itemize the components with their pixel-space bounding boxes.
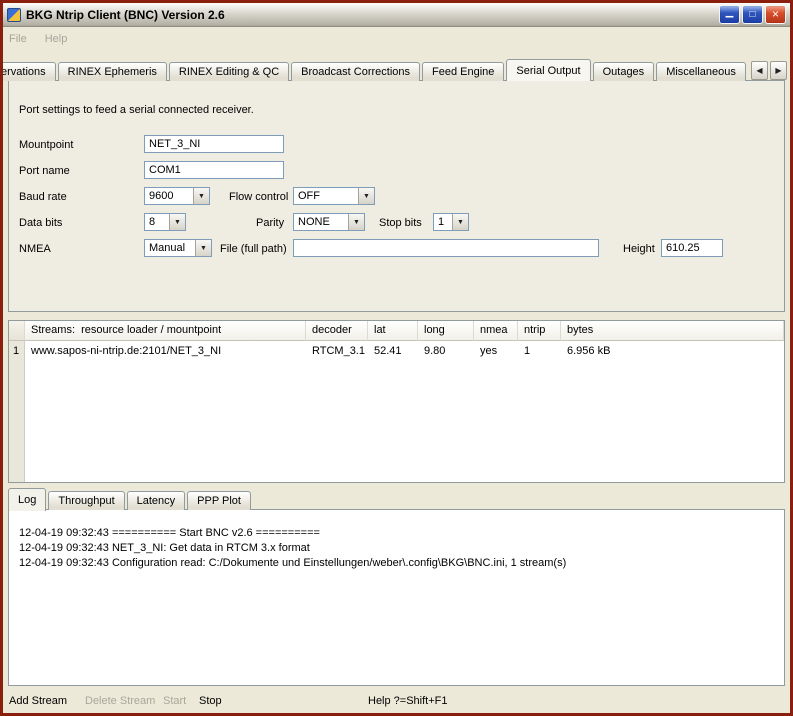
tab-rinex-editing-qc[interactable]: RINEX Editing & QC xyxy=(169,62,289,81)
tab-outages[interactable]: Outages xyxy=(593,62,655,81)
tab-log[interactable]: Log xyxy=(8,488,46,511)
panel-description: Port settings to feed a serial connected… xyxy=(19,104,254,116)
add-stream-button[interactable]: Add Stream xyxy=(9,695,67,707)
chevron-down-icon: ▼ xyxy=(193,188,209,204)
window-title: BKG Ntrip Client (BNC) Version 2.6 xyxy=(26,8,719,22)
file-path-input[interactable] xyxy=(293,239,599,257)
tab-miscellaneous[interactable]: Miscellaneous xyxy=(656,62,746,81)
close-button[interactable]: × xyxy=(765,5,786,24)
maximize-button[interactable]: □ xyxy=(742,5,763,24)
chevron-down-icon: ▼ xyxy=(348,214,364,230)
serial-output-panel: Port settings to feed a serial connected… xyxy=(8,80,785,312)
col-header-ntrip[interactable]: ntrip xyxy=(518,321,561,341)
baud-rate-select[interactable]: 9600 ▼ xyxy=(144,187,210,205)
tab-latency[interactable]: Latency xyxy=(127,491,186,510)
tab-feed-engine[interactable]: Feed Engine xyxy=(422,62,504,81)
help-hint: Help ?=Shift+F1 xyxy=(368,695,448,707)
bottom-tab-bar: Log Throughput Latency PPP Plot xyxy=(8,489,253,510)
footer: Add Stream Delete Stream Start Stop Help… xyxy=(3,693,790,713)
log-line: 12-04-19 09:32:43 ========== Start BNC v… xyxy=(19,526,774,541)
menu-help[interactable]: Help xyxy=(45,33,68,45)
col-header-long[interactable]: long xyxy=(418,321,474,341)
menu-file[interactable]: File xyxy=(9,33,27,45)
height-label: Height xyxy=(623,243,655,255)
parity-select[interactable]: NONE ▼ xyxy=(293,213,365,231)
baud-rate-value: 9600 xyxy=(149,190,193,202)
cell-ntrip: 1 xyxy=(518,341,561,362)
stop-button[interactable]: Stop xyxy=(199,695,222,707)
port-name-label: Port name xyxy=(19,165,70,177)
cell-nmea: yes xyxy=(474,341,518,362)
cell-mountpoint: www.sapos-ni-ntrip.de:2101/NET_3_NI xyxy=(25,341,306,362)
cell-decoder: RTCM_3.1 xyxy=(306,341,368,362)
flow-control-label: Flow control xyxy=(229,191,288,203)
tab-bar: ervations RINEX Ephemeris RINEX Editing … xyxy=(3,58,790,81)
file-path-label: File (full path) xyxy=(220,243,287,255)
col-header-lat[interactable]: lat xyxy=(368,321,418,341)
tab-ppp-plot[interactable]: PPP Plot xyxy=(187,491,251,510)
baud-rate-label: Baud rate xyxy=(19,191,67,203)
stop-bits-select[interactable]: 1 ▼ xyxy=(433,213,469,231)
tab-scroll-right-button[interactable]: ▶ xyxy=(770,61,787,80)
parity-value: NONE xyxy=(298,216,348,228)
cell-bytes: 6.956 kB xyxy=(561,341,784,362)
table-row[interactable]: 1 www.sapos-ni-ntrip.de:2101/NET_3_NI RT… xyxy=(9,341,784,362)
chevron-down-icon: ▼ xyxy=(358,188,374,204)
row-number: 1 xyxy=(9,341,25,362)
streams-table: Streams: resource loader / mountpoint de… xyxy=(8,320,785,483)
tab-rinex-ephemeris[interactable]: RINEX Ephemeris xyxy=(58,62,167,81)
mountpoint-label: Mountpoint xyxy=(19,139,73,151)
mountpoint-input[interactable] xyxy=(144,135,284,153)
col-header-bytes[interactable]: bytes xyxy=(561,321,784,341)
log-output[interactable]: 12-04-19 09:32:43 ========== Start BNC v… xyxy=(8,509,785,686)
tab-broadcast-corrections[interactable]: Broadcast Corrections xyxy=(291,62,420,81)
parity-label: Parity xyxy=(256,217,284,229)
cell-lat: 52.41 xyxy=(368,341,418,362)
streams-header-row: Streams: resource loader / mountpoint de… xyxy=(9,321,784,341)
data-bits-select[interactable]: 8 ▼ xyxy=(144,213,186,231)
tab-observations[interactable]: ervations xyxy=(3,62,56,81)
flow-control-value: OFF xyxy=(298,190,358,202)
nmea-value: Manual xyxy=(149,242,195,254)
port-name-input[interactable] xyxy=(144,161,284,179)
cell-long: 9.80 xyxy=(418,341,474,362)
log-line: 12-04-19 09:32:43 Configuration read: C:… xyxy=(19,556,774,571)
log-line: 12-04-19 09:32:43 NET_3_NI: Get data in … xyxy=(19,541,774,556)
data-bits-value: 8 xyxy=(149,216,169,228)
nmea-select[interactable]: Manual ▼ xyxy=(144,239,212,257)
nmea-label: NMEA xyxy=(19,243,51,255)
app-window: BKG Ntrip Client (BNC) Version 2.6 ▁ □ ×… xyxy=(0,0,793,716)
tab-throughput[interactable]: Throughput xyxy=(48,491,124,510)
stop-bits-label: Stop bits xyxy=(379,217,422,229)
minimize-button[interactable]: ▁ xyxy=(719,5,740,24)
tab-scroll-left-button[interactable]: ◀ xyxy=(751,61,768,80)
stop-bits-value: 1 xyxy=(438,216,452,228)
chevron-down-icon: ▼ xyxy=(452,214,468,230)
data-bits-label: Data bits xyxy=(19,217,62,229)
window-controls: ▁ □ × xyxy=(719,5,786,24)
chevron-down-icon: ▼ xyxy=(169,214,185,230)
tab-serial-output[interactable]: Serial Output xyxy=(506,59,590,81)
col-header-mountpoint[interactable]: Streams: resource loader / mountpoint xyxy=(25,321,306,341)
col-header-nmea[interactable]: nmea xyxy=(474,321,518,341)
table-corner xyxy=(9,321,25,341)
titlebar: BKG Ntrip Client (BNC) Version 2.6 ▁ □ × xyxy=(3,3,790,27)
col-header-decoder[interactable]: decoder xyxy=(306,321,368,341)
app-icon xyxy=(7,8,21,22)
height-input[interactable] xyxy=(661,239,723,257)
chevron-down-icon: ▼ xyxy=(195,240,211,256)
flow-control-select[interactable]: OFF ▼ xyxy=(293,187,375,205)
delete-stream-button: Delete Stream xyxy=(85,695,155,707)
tab-scroll-buttons: ◀ ▶ xyxy=(751,61,787,80)
start-button: Start xyxy=(163,695,186,707)
menubar: File Help xyxy=(3,28,790,49)
